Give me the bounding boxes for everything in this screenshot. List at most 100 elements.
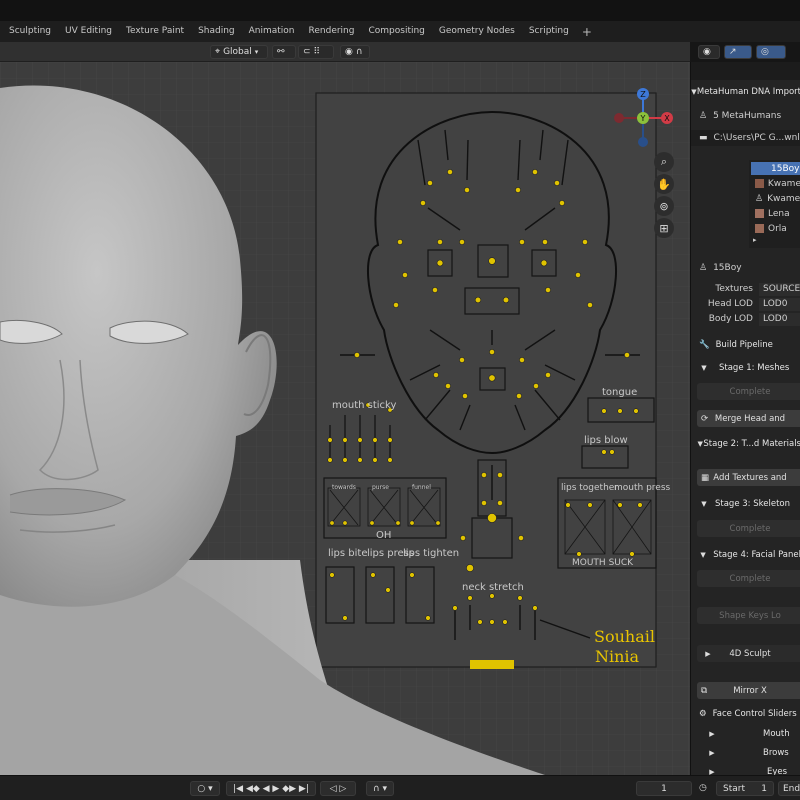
- snapping-button[interactable]: ⊂ ⠿: [298, 45, 334, 59]
- list-item[interactable]: Orla: [751, 222, 800, 235]
- eye-icon: ◉: [703, 47, 711, 57]
- chevron-right-icon: ▶: [709, 768, 715, 775]
- proportional-icon: ◉: [345, 47, 353, 57]
- panel-title: MetaHuman DNA Import: [696, 87, 800, 97]
- camera-icon[interactable]: ⊚: [654, 196, 674, 216]
- add-workspace-button[interactable]: +: [576, 25, 598, 39]
- link-icon: ⚯: [277, 47, 285, 57]
- pan-hand-icon[interactable]: ✋: [654, 174, 674, 194]
- merge-icon: ⟳: [701, 413, 709, 424]
- stage1-complete-button[interactable]: Complete: [697, 383, 800, 400]
- viewport-canvas: mouth sticky tongue lips blow towards pu…: [0, 62, 690, 775]
- metahuman-list: 15Boy Kwame ♙ Kwame Lena Orla ▸: [749, 160, 800, 248]
- panel-header[interactable]: ▼ MetaHuman DNA Import: [691, 82, 800, 102]
- tab-shading[interactable]: Shading: [191, 21, 242, 42]
- label-towards: towards: [332, 484, 356, 491]
- current-frame-field[interactable]: 1: [636, 781, 692, 796]
- scroll-more-icon[interactable]: ▸: [753, 236, 757, 244]
- orientation-value: Global: [223, 47, 252, 57]
- build-pipeline-header[interactable]: 🔧 Build Pipeline: [691, 335, 800, 355]
- magnet-icon: ∩ ▾: [373, 783, 387, 794]
- label-lips-tighten: lips tighten: [403, 548, 459, 559]
- gizmo-x-label: X: [664, 114, 670, 123]
- proportional-editing-button[interactable]: ◉ ∩: [340, 45, 370, 59]
- visibility-dropdown[interactable]: ◉: [698, 45, 720, 59]
- list-item[interactable]: Lena: [751, 207, 800, 220]
- playback-dropdown[interactable]: ○ ▾: [190, 781, 220, 796]
- gizmo-z-label: Z: [640, 90, 646, 99]
- pivot-dropdown[interactable]: ⚯: [272, 45, 296, 59]
- auto-key-button[interactable]: ∩ ▾: [366, 781, 394, 796]
- user-icon: ♙: [699, 111, 708, 121]
- signature-line-2: Ninia: [595, 647, 640, 666]
- tab-uv-editing[interactable]: UV Editing: [58, 21, 119, 42]
- label-oh: OH: [376, 530, 391, 541]
- list-item[interactable]: Kwame: [751, 177, 800, 190]
- playback-controls[interactable]: |◀ ◀◆ ◀ ▶ ◆▶ ▶|: [226, 781, 316, 796]
- stage3-complete-button[interactable]: Complete: [697, 520, 800, 537]
- path-value: C:\Users\PC G...wnload: [713, 133, 800, 143]
- chevron-right-icon: ▶: [709, 730, 715, 738]
- sculpt-section[interactable]: ▶ 4D Sculpt: [697, 645, 800, 662]
- playback-icons: |◀ ◀◆ ◀ ▶ ◆▶ ▶|: [233, 783, 309, 794]
- stage2-header[interactable]: ▼ Stage 2: T...d Materials: [691, 434, 800, 454]
- chevron-down-icon: ▼: [701, 364, 707, 372]
- label-mouth-sticky: mouth sticky: [332, 400, 396, 411]
- path-field[interactable]: ▬ C:\Users\PC G...wnload: [691, 130, 800, 146]
- tab-geometry-nodes[interactable]: Geometry Nodes: [432, 21, 522, 42]
- list-item[interactable]: ♙ Kwame: [751, 192, 800, 205]
- stage1-header[interactable]: ▼ Stage 1: Meshes: [691, 358, 800, 378]
- face-sliders-header[interactable]: ⚙ Face Control Sliders: [691, 704, 800, 724]
- tab-rendering[interactable]: Rendering: [302, 21, 362, 42]
- prop-row: Textures SOURCE: [691, 282, 800, 296]
- metahuman-count: 5 MetaHumans: [713, 111, 782, 121]
- tab-texture-paint[interactable]: Texture Paint: [119, 21, 191, 42]
- stage4-complete-button[interactable]: Complete: [697, 570, 800, 587]
- overlay-icon: ◎: [761, 47, 769, 57]
- mirror-x-button[interactable]: ⧉ Mirror X: [697, 682, 800, 699]
- facial-rig-board: [315, 92, 657, 668]
- chevron-right-icon: ▶: [709, 749, 715, 757]
- stage4-header[interactable]: ▼ Stage 4: Facial Panel: [691, 545, 800, 565]
- overlay-toggle[interactable]: ◎: [756, 45, 786, 59]
- prop-label-head-lod: Head LOD: [707, 299, 753, 309]
- shape-keys-button[interactable]: Shape Keys Lo: [697, 607, 800, 624]
- list-item[interactable]: 15Boy: [751, 162, 800, 175]
- add-textures-button[interactable]: ▦ Add Textures and: [697, 469, 800, 486]
- head-lod-dropdown[interactable]: LOD0: [759, 297, 800, 311]
- start-frame-field[interactable]: Start 1: [716, 781, 774, 796]
- tab-compositing[interactable]: Compositing: [361, 21, 431, 42]
- slider-group-brows[interactable]: ▶ Brows: [691, 743, 800, 763]
- 3d-viewport[interactable]: mouth sticky tongue lips blow towards pu…: [0, 62, 690, 775]
- transform-orientation-dropdown[interactable]: ⌖ Global ▾: [210, 45, 268, 59]
- body-lod-dropdown[interactable]: LOD0: [759, 312, 800, 326]
- viewport-header: ⌖ Global ▾ ⚯ ⊂ ⠿ ◉ ∩ ◉ ↗ ◎: [0, 42, 786, 62]
- user-icon: ♙: [755, 193, 764, 204]
- gizmo-toggle[interactable]: ↗: [724, 45, 752, 59]
- falloff-icon: ∩: [355, 47, 363, 57]
- chevron-right-icon: ▶: [705, 649, 711, 658]
- checker-icon: ▦: [701, 472, 710, 483]
- zoom-icon[interactable]: ⌕: [654, 152, 674, 172]
- textures-dropdown[interactable]: SOURCE: [759, 282, 800, 296]
- metahuman-sidebar-panel: ▼ MetaHuman DNA Import ♙ 5 MetaHumans ▬ …: [690, 80, 800, 775]
- slider-group-eyes[interactable]: ▶ Eyes: [691, 762, 800, 775]
- tab-animation[interactable]: Animation: [242, 21, 302, 42]
- merge-head-button[interactable]: ⟳ Merge Head and: [697, 410, 800, 427]
- stage3-header[interactable]: ▼ Stage 3: Skeleton: [691, 494, 800, 514]
- tab-sculpting[interactable]: Sculpting: [2, 21, 58, 42]
- current-metahuman-row: ♙ 15Boy: [691, 260, 800, 276]
- gizmo-icon: ↗: [729, 47, 737, 57]
- label-mouth-suck: MOUTH SUCK: [572, 558, 634, 568]
- prop-label-body-lod: Body LOD: [708, 314, 753, 324]
- snap-increment-icon: ⠿: [313, 47, 321, 57]
- tab-scripting[interactable]: Scripting: [522, 21, 576, 42]
- keyframe-nav[interactable]: ◁ ▷: [320, 781, 356, 796]
- panel-top-strip: [690, 62, 800, 80]
- grid-icon[interactable]: ⊞: [654, 218, 674, 238]
- slider-group-mouth[interactable]: ▶ Mouth: [691, 724, 800, 744]
- current-metahuman: 15Boy: [713, 263, 742, 273]
- mirror-icon: ⧉: [701, 685, 708, 696]
- end-frame-field[interactable]: End: [778, 781, 800, 796]
- workspace-tabs: Sculpting UV Editing Texture Paint Shadi…: [0, 21, 800, 42]
